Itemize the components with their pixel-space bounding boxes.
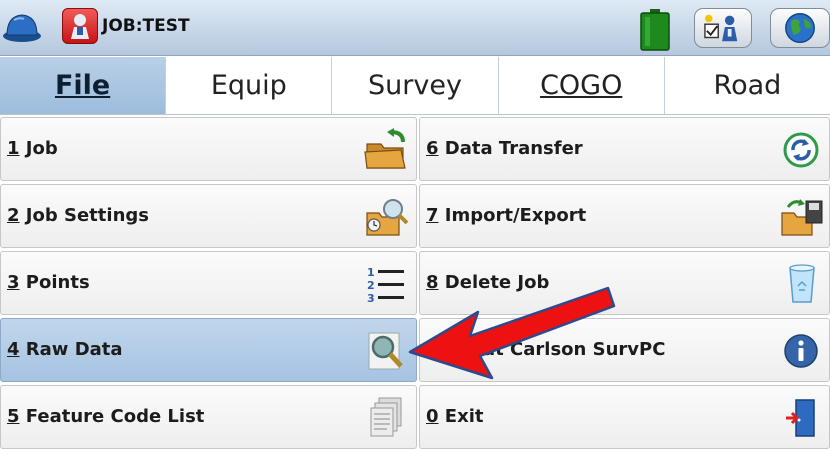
main-tab-bar: File Equip Survey COGO Road bbox=[0, 57, 830, 115]
menu-item-label: 3 Points bbox=[7, 272, 90, 293]
exit-door-icon bbox=[786, 399, 815, 437]
app-logo-icon[interactable] bbox=[62, 8, 98, 44]
job-title: JOB:TEST bbox=[102, 16, 190, 36]
settings-button[interactable] bbox=[694, 8, 752, 48]
title-bar: JOB:TEST bbox=[0, 0, 830, 56]
menu-item-job-settings[interactable]: 2 Job Settings bbox=[0, 184, 417, 248]
surveypc-main-screen: JOB:TEST File Equip Survey COGO Road 1 J… bbox=[0, 0, 830, 449]
menu-item-label: 5 Feature Code List bbox=[7, 406, 205, 427]
svg-text:2: 2 bbox=[367, 279, 375, 292]
import-export-icon bbox=[781, 199, 823, 236]
hard-hat-icon[interactable] bbox=[2, 8, 42, 48]
tab-file[interactable]: File bbox=[0, 57, 167, 114]
menu-item-feature-code-list[interactable]: 5 Feature Code List bbox=[0, 385, 417, 449]
recycle-bin-icon bbox=[789, 264, 815, 303]
tab-survey[interactable]: Survey bbox=[332, 57, 499, 114]
menu-item-label: 2 Job Settings bbox=[7, 205, 149, 226]
menu-item-label: 7 Import/Export bbox=[426, 205, 587, 226]
folder-settings-icon bbox=[366, 199, 409, 236]
menu-item-raw-data[interactable]: 4 Raw Data bbox=[0, 318, 417, 382]
tab-equip[interactable]: Equip bbox=[166, 57, 333, 114]
menu-item-import-export[interactable]: 7 Import/Export bbox=[419, 184, 830, 248]
svg-text:3: 3 bbox=[367, 292, 375, 305]
stacked-pages-icon bbox=[370, 397, 402, 437]
menu-item-label: 1 Job bbox=[7, 138, 58, 159]
menu-item-job[interactable]: 1 Job bbox=[0, 117, 417, 181]
info-icon bbox=[784, 334, 818, 368]
red-arrow-annotation bbox=[408, 286, 616, 380]
tab-road[interactable]: Road bbox=[665, 57, 830, 114]
battery-icon bbox=[640, 9, 670, 51]
globe-button[interactable] bbox=[770, 8, 830, 48]
sync-icon bbox=[783, 132, 819, 168]
menu-item-label: 6 Data Transfer bbox=[426, 138, 583, 159]
open-folder-icon bbox=[364, 128, 406, 169]
menu-item-label: 4 Raw Data bbox=[7, 339, 123, 360]
menu-item-label: 0 Exit bbox=[426, 406, 484, 427]
tab-cogo[interactable]: COGO bbox=[499, 57, 665, 114]
menu-item-data-transfer[interactable]: 6 Data Transfer bbox=[419, 117, 830, 181]
settings-check-icon bbox=[704, 14, 738, 42]
globe-icon bbox=[785, 13, 815, 43]
menu-item-points[interactable]: 3 Points 1 2 3 bbox=[0, 251, 417, 315]
svg-text:1: 1 bbox=[367, 266, 375, 279]
menu-item-exit[interactable]: 0 Exit bbox=[419, 385, 830, 449]
